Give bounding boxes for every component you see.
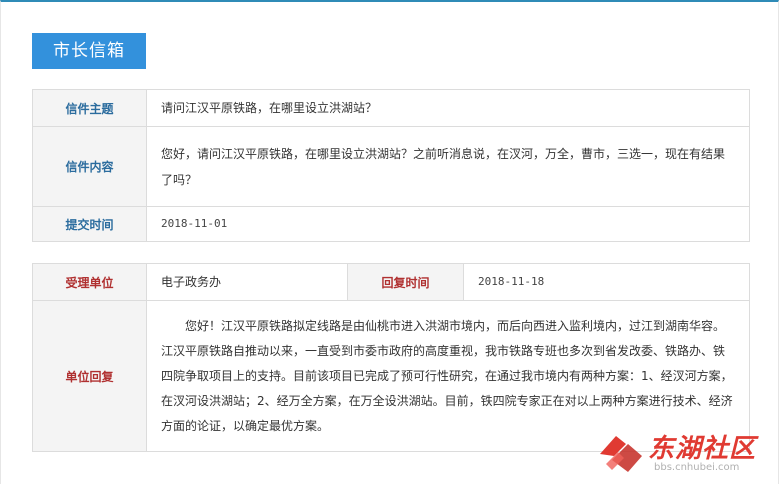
reply-time-value: 2018-11-18	[463, 263, 750, 301]
donghu-logo-icon	[600, 436, 642, 472]
content-row: 信件内容 您好，请问江汉平原铁路，在哪里设立洪湖站？之前听消息说，在汊河，万全，…	[32, 126, 750, 207]
submit-time-row: 提交时间 2018-11-01	[32, 206, 750, 242]
letter-table: 信件主题 请问江汉平原铁路，在哪里设立洪湖站？ 信件内容 您好，请问江汉平原铁路…	[32, 89, 750, 242]
subject-label: 信件主题	[32, 89, 147, 127]
dept-row: 受理单位 电子政务办 回复时间 2018-11-18	[32, 263, 750, 301]
submit-time-value: 2018-11-01	[146, 206, 750, 242]
watermark: 东湖社区 bbs.cnhubei.com	[598, 428, 774, 480]
dept-value: 电子政务办	[146, 263, 348, 301]
subject-row: 信件主题 请问江汉平原铁路，在哪里设立洪湖站？	[32, 89, 750, 127]
submit-time-label: 提交时间	[32, 206, 147, 242]
reply-time-label: 回复时间	[347, 263, 464, 301]
dept-label: 受理单位	[32, 263, 147, 301]
reply-table: 受理单位 电子政务办 回复时间 2018-11-18 单位回复 您好！江汉平原铁…	[32, 263, 750, 452]
page-title-tab: 市长信箱	[32, 33, 146, 69]
content-label: 信件内容	[32, 126, 147, 207]
subject-value: 请问江汉平原铁路，在哪里设立洪湖站？	[146, 89, 750, 127]
content-value: 您好，请问江汉平原铁路，在哪里设立洪湖站？之前听消息说，在汊河，万全，曹市，三选…	[146, 126, 750, 207]
answer-label: 单位回复	[32, 300, 147, 452]
watermark-name: 东湖社区	[648, 434, 757, 464]
watermark-url: bbs.cnhubei.com	[654, 462, 740, 473]
